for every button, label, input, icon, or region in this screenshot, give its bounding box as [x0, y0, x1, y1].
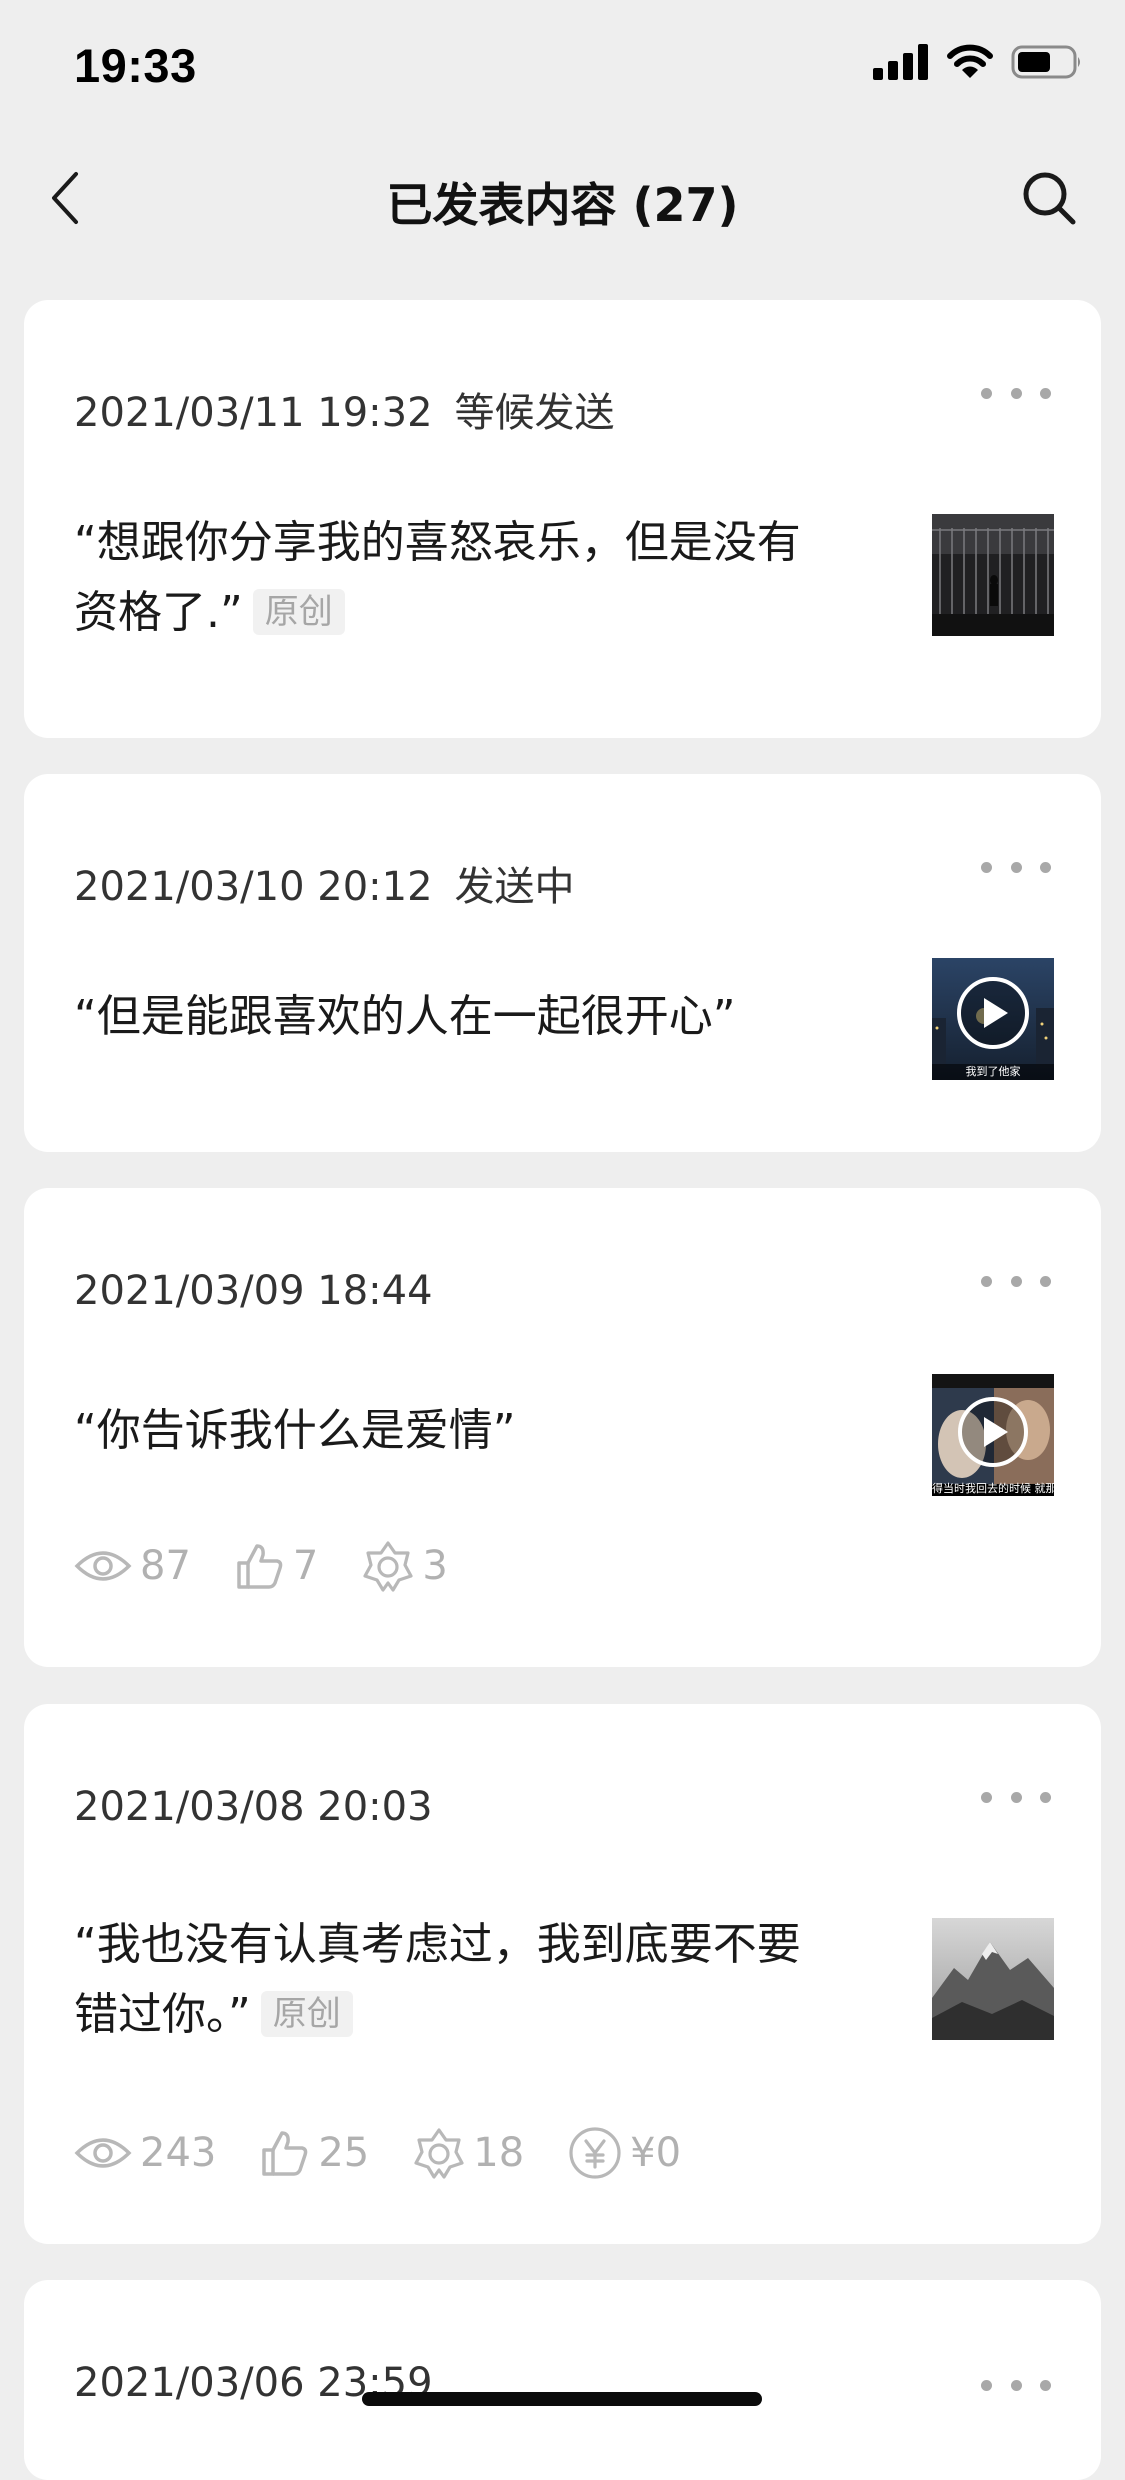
post-card[interactable]: 2021/03/10 20:12 发送中 “但是能跟喜欢的人在一起很开心” 我到…: [24, 774, 1101, 1152]
reward-amount: ¥0: [630, 2130, 682, 2176]
post-text-content: “你告诉我什么是爱情”: [74, 1405, 516, 1456]
home-indicator: [362, 2392, 762, 2406]
thumbs-up-icon: [262, 2131, 308, 2176]
post-text-content: “我也没有认真考虑过，我到底要不要错过你。”: [74, 1919, 801, 2040]
status-bar: 19:33: [0, 0, 1125, 135]
shares-stat[interactable]: 3: [362, 1540, 448, 1592]
post-card[interactable]: 2021/03/08 20:03 “我也没有认真考虑过，我到底要不要错过你。” 原…: [24, 1704, 1101, 2244]
more-dots-icon: [981, 2379, 992, 2391]
share-star-icon: [363, 1541, 413, 1592]
post-date: 2021/03/10 20:12: [74, 864, 433, 910]
navigation-bar: 已发表内容 (27): [0, 135, 1125, 265]
views-stat: 243: [74, 2130, 216, 2176]
status-icons: [873, 44, 1083, 84]
search-icon: [1023, 172, 1076, 225]
wifi-icon: [947, 44, 993, 84]
eye-icon: [74, 2138, 132, 2168]
post-date: 2021/03/08 20:03: [74, 1784, 433, 1830]
yuan-coin-icon: [569, 2127, 621, 2179]
post-text: “我也没有认真考虑过，我到底要不要错过你。” 原创: [74, 1910, 834, 2050]
post-meta: 2021/03/09 18:44: [74, 1268, 433, 1314]
battery-icon: [1011, 44, 1083, 84]
thumbs-up-icon: [237, 1544, 283, 1589]
more-options-button[interactable]: [981, 378, 1051, 408]
post-date: 2021/03/09 18:44: [74, 1268, 433, 1314]
status-time: 19:33: [74, 39, 197, 92]
more-dots-icon: [981, 861, 992, 873]
likes-count: 25: [318, 2130, 370, 2176]
stats-row: 87 7 3: [74, 1540, 492, 1592]
post-thumbnail[interactable]: 我到了他家: [932, 958, 1054, 1080]
share-star-icon: [414, 2128, 464, 2179]
mountain-photo-icon: [932, 1918, 1054, 2040]
search-button[interactable]: [1013, 163, 1085, 233]
likes-stat[interactable]: 7: [235, 1541, 318, 1591]
views-count: 87: [140, 1543, 191, 1589]
page-title: 已发表内容 (27): [386, 178, 739, 232]
more-dots-icon: [981, 1791, 992, 1803]
post-thumbnail[interactable]: [932, 514, 1054, 636]
post-meta: 2021/03/11 19:32 等候发送: [74, 380, 615, 438]
thumbnail-caption: 我到了他家: [965, 1065, 1021, 1078]
original-tag: 原创: [260, 1991, 353, 2037]
post-date: 2021/03/11 19:32: [74, 390, 433, 436]
more-options-button[interactable]: [981, 2370, 1051, 2400]
views-stat: 87: [74, 1543, 191, 1589]
stats-row: 243 25 18 ¥0: [74, 2126, 725, 2180]
post-text-content: “但是能跟喜欢的人在一起很开心”: [74, 991, 736, 1042]
signal-icon: [873, 44, 929, 84]
more-dots-icon: [981, 387, 992, 399]
post-status: 发送中: [454, 864, 575, 910]
post-card[interactable]: 2021/03/06 23:59: [24, 2280, 1101, 2480]
video-thumbnail-icon: [932, 958, 1054, 1080]
likes-count: 7: [292, 1543, 319, 1589]
video-thumbnail-icon: [932, 1374, 1054, 1496]
shares-count: 3: [422, 1543, 448, 1589]
post-card[interactable]: 2021/03/09 18:44 “你告诉我什么是爱情” 得当时我回去的时候 就…: [24, 1188, 1101, 1667]
post-text: “你告诉我什么是爱情”: [74, 1396, 834, 1466]
more-options-button[interactable]: [981, 1266, 1051, 1296]
post-status: 等候发送: [454, 390, 615, 436]
post-text: “但是能跟喜欢的人在一起很开心”: [74, 982, 834, 1052]
shares-count: 18: [473, 2130, 525, 2176]
post-thumbnail[interactable]: 得当时我回去的时候 就那个: [932, 1374, 1054, 1496]
silhouette-photo-icon: [932, 514, 1054, 636]
shares-stat[interactable]: 18: [413, 2127, 524, 2179]
post-text-content: “想跟你分享我的喜怒哀乐，但是没有资格了.”: [74, 517, 801, 638]
likes-stat[interactable]: 25: [260, 2128, 369, 2178]
more-options-button[interactable]: [981, 852, 1051, 882]
reward-stat[interactable]: ¥0: [568, 2126, 681, 2180]
thumbnail-caption: 得当时我回去的时候 就那个: [932, 1482, 1054, 1495]
more-options-button[interactable]: [981, 1782, 1051, 1812]
post-card[interactable]: 2021/03/11 19:32 等候发送 “想跟你分享我的喜怒哀乐，但是没有资格…: [24, 300, 1101, 738]
original-tag: 原创: [252, 589, 345, 635]
views-count: 243: [140, 2130, 217, 2176]
more-dots-icon: [981, 1275, 992, 1287]
post-meta: 2021/03/08 20:03: [74, 1784, 433, 1830]
eye-icon: [74, 1551, 132, 1581]
post-text: “想跟你分享我的喜怒哀乐，但是没有资格了.” 原创: [74, 508, 834, 648]
post-thumbnail[interactable]: [932, 1918, 1054, 2040]
post-meta: 2021/03/10 20:12 发送中: [74, 854, 575, 912]
